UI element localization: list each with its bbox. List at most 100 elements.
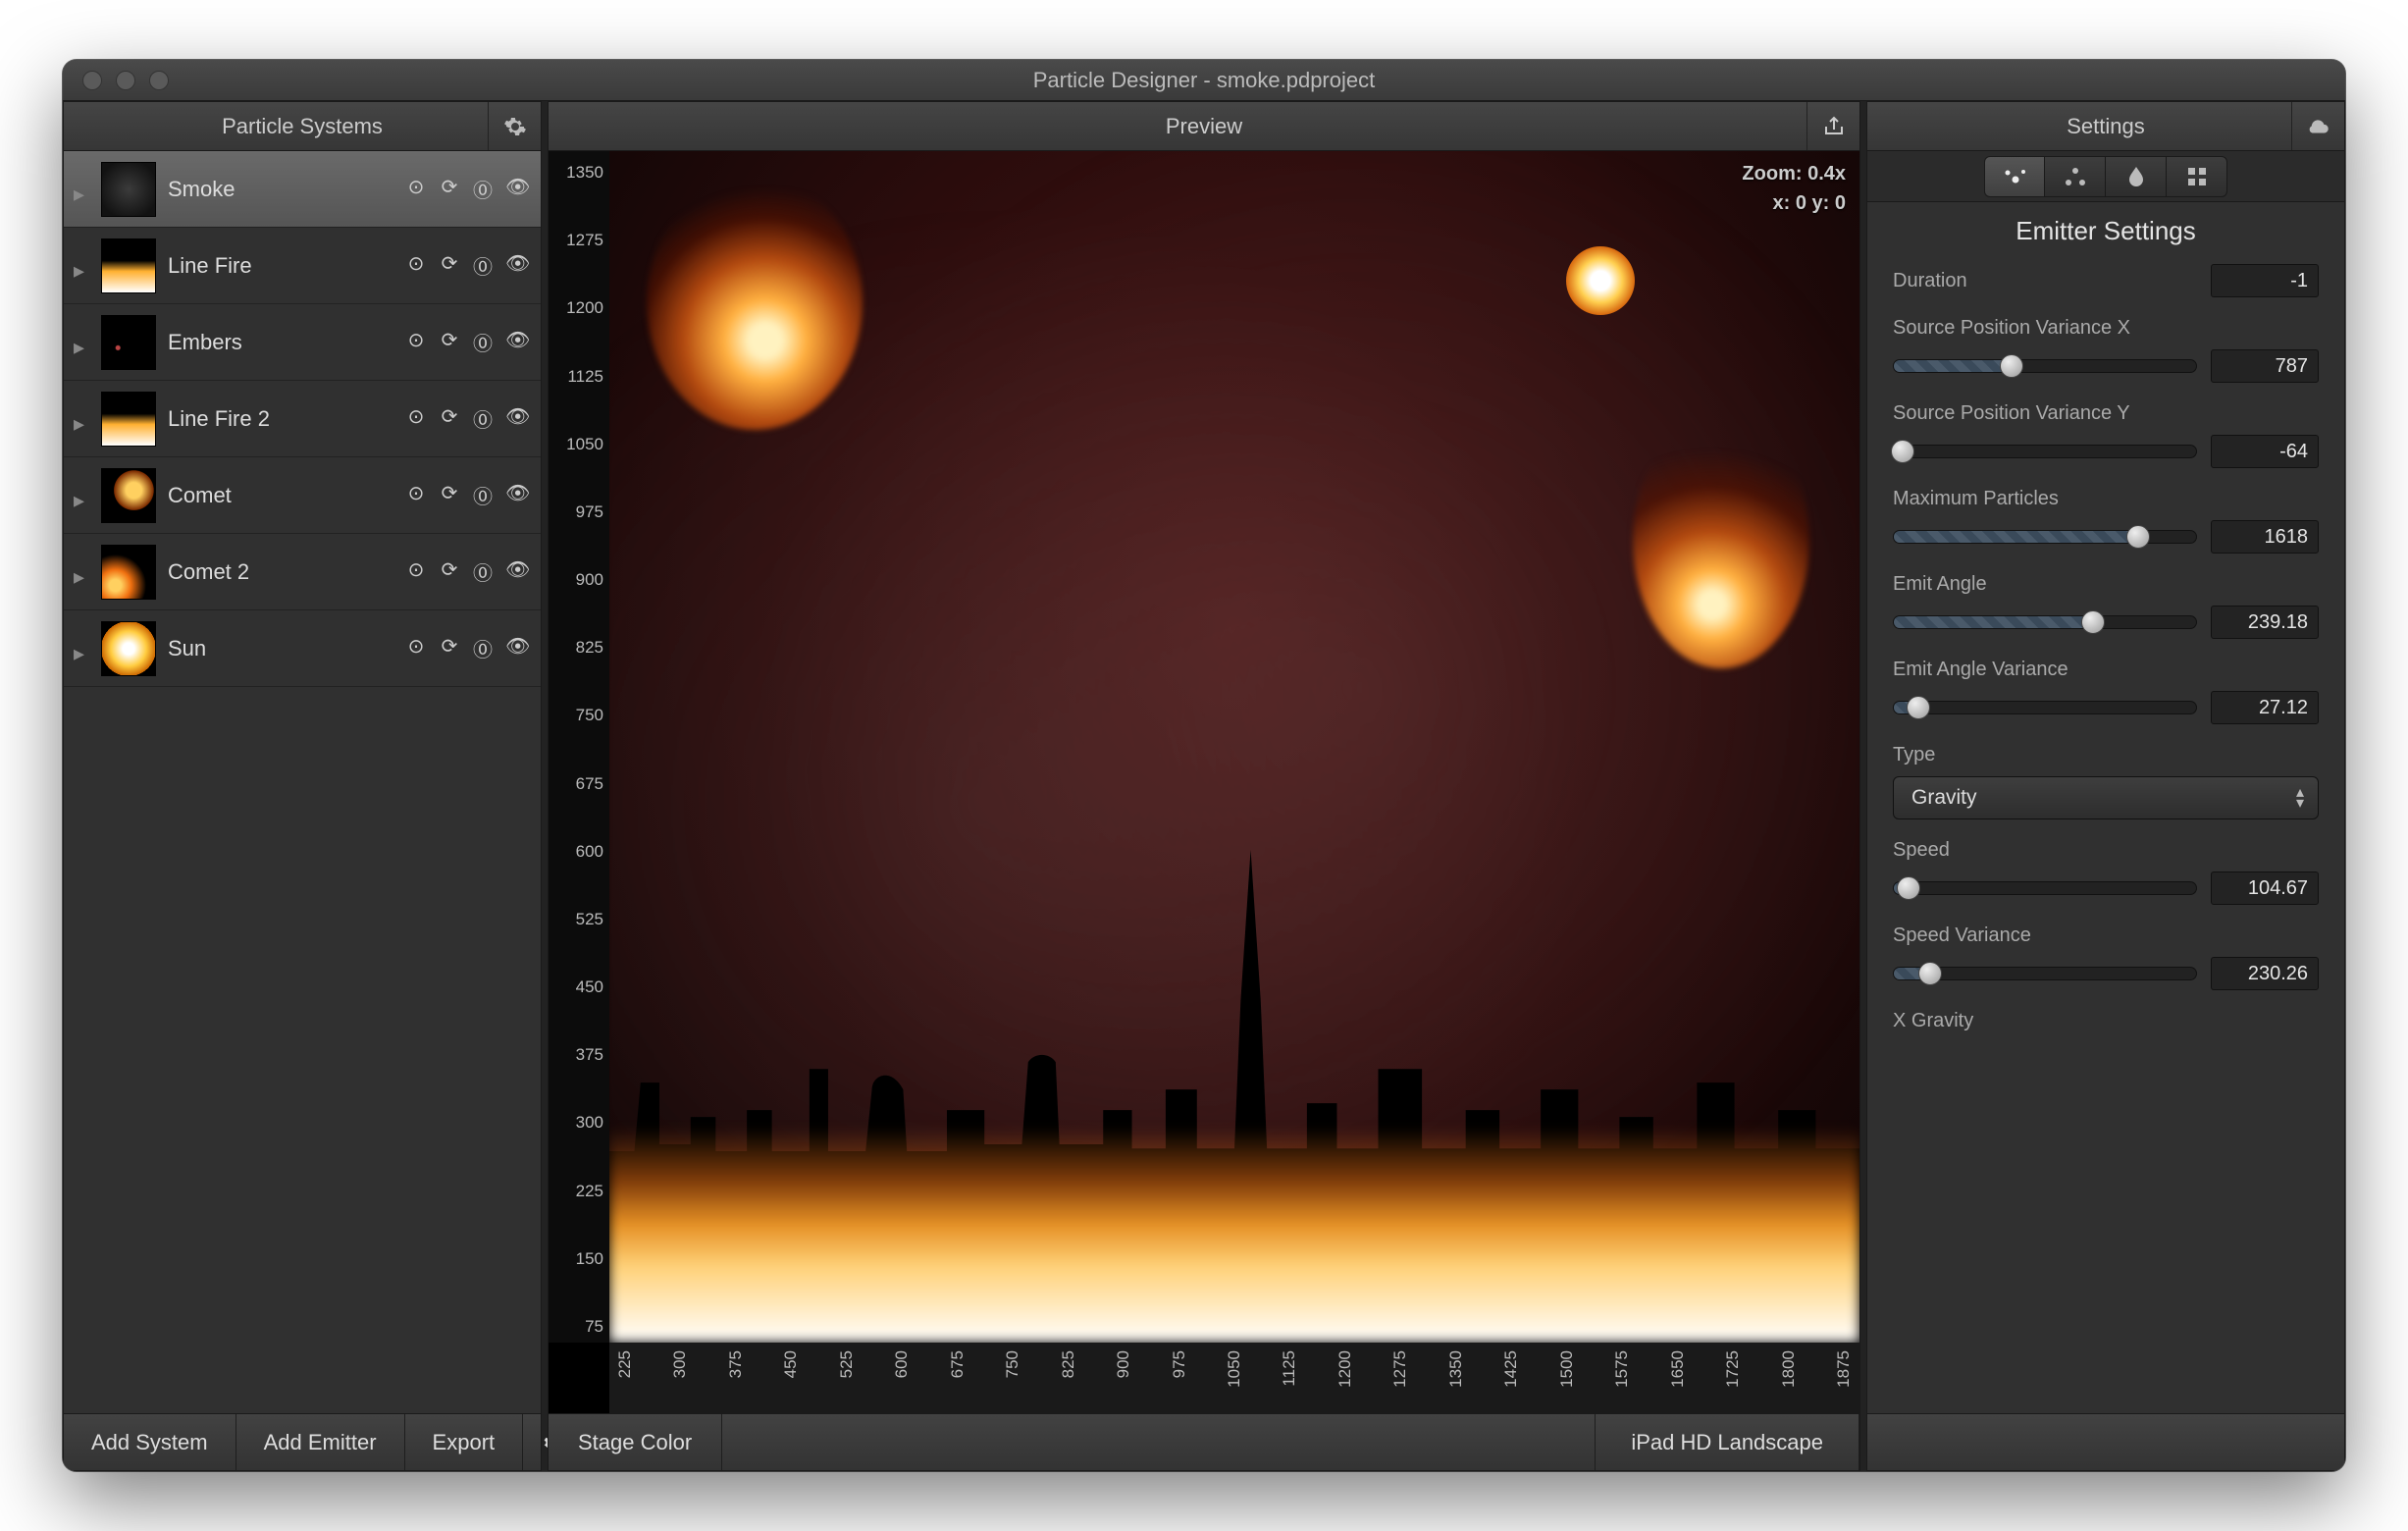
system-row[interactable]: ▸ Sun ⊙ ⟳ ⓪ 👁: [64, 610, 541, 687]
visibility-icon[interactable]: 👁: [505, 481, 527, 509]
reset-icon[interactable]: ⓪: [472, 557, 494, 586]
disclosure-icon[interactable]: ▸: [74, 564, 89, 580]
reset-icon[interactable]: ⓪: [472, 404, 494, 433]
duration-input[interactable]: [2211, 264, 2319, 297]
reload-icon[interactable]: ⟳: [439, 634, 460, 662]
cloud-button[interactable]: [2291, 102, 2344, 150]
disclosure-icon[interactable]: ▸: [74, 182, 89, 197]
close-icon[interactable]: [82, 71, 102, 90]
src-var-x-input[interactable]: [2211, 349, 2319, 383]
max-particles-slider[interactable]: [1893, 530, 2197, 544]
emit-angle-input[interactable]: [2211, 606, 2319, 639]
reset-icon[interactable]: ⓪: [472, 634, 494, 662]
target-icon[interactable]: ⊙: [405, 481, 427, 509]
share-button[interactable]: [1806, 102, 1859, 150]
ruler-tick: 225: [615, 1350, 635, 1378]
zoom-icon[interactable]: [149, 71, 169, 90]
minimize-icon[interactable]: [116, 71, 135, 90]
src-var-x-slider[interactable]: [1893, 359, 2197, 373]
type-select[interactable]: Gravity ▴▾: [1893, 776, 2319, 819]
ruler-tick: 375: [554, 1045, 603, 1065]
target-icon[interactable]: ⊙: [405, 404, 427, 433]
preview-title: Preview: [1166, 114, 1242, 139]
system-thumbnail: [101, 545, 156, 600]
visibility-icon[interactable]: 👁: [505, 175, 527, 203]
disclosure-icon[interactable]: ▸: [74, 258, 89, 274]
nodes-icon: [2065, 167, 2086, 186]
reload-icon[interactable]: ⟳: [439, 328, 460, 356]
tab-behavior[interactable]: [2045, 156, 2106, 197]
ruler-tick: 900: [1114, 1350, 1133, 1378]
reload-icon[interactable]: ⟳: [439, 175, 460, 203]
visibility-icon[interactable]: 👁: [505, 404, 527, 433]
visibility-icon[interactable]: 👁: [505, 634, 527, 662]
ruler-tick: 1575: [1612, 1350, 1632, 1388]
ruler-tick: 1200: [1335, 1350, 1355, 1388]
system-row[interactable]: ▸ Comet 2 ⊙ ⟳ ⓪ 👁: [64, 534, 541, 610]
tab-texture[interactable]: [2167, 156, 2227, 197]
target-icon[interactable]: ⊙: [405, 328, 427, 356]
field-label: Emit Angle Variance: [1893, 659, 2068, 681]
add-emitter-button[interactable]: Add Emitter: [236, 1414, 405, 1470]
reload-icon[interactable]: ⟳: [439, 481, 460, 509]
target-icon[interactable]: ⊙: [405, 251, 427, 280]
system-row[interactable]: ▸ Comet ⊙ ⟳ ⓪ 👁: [64, 457, 541, 534]
reset-icon[interactable]: ⓪: [472, 481, 494, 509]
stage-color-button[interactable]: Stage Color: [549, 1414, 722, 1470]
src-var-y-input[interactable]: [2211, 435, 2319, 468]
ruler-tick: 1650: [1668, 1350, 1688, 1388]
src-var-y-slider[interactable]: [1893, 445, 2197, 458]
system-row-actions: ⊙ ⟳ ⓪ 👁: [405, 328, 527, 356]
settings-section-title: Emitter Settings: [1867, 202, 2344, 264]
ruler-tick: 1425: [1501, 1350, 1521, 1388]
export-button[interactable]: Export: [405, 1414, 524, 1470]
add-system-button[interactable]: Add System: [64, 1414, 236, 1470]
disclosure-icon[interactable]: ▸: [74, 488, 89, 503]
reload-icon[interactable]: ⟳: [439, 557, 460, 586]
systems-settings-button[interactable]: [488, 102, 541, 150]
settings-scroll[interactable]: Duration Source Position Variance X Sour…: [1867, 264, 2344, 1413]
visibility-icon[interactable]: 👁: [505, 328, 527, 356]
ruler-tick: 825: [1059, 1350, 1078, 1378]
reset-icon[interactable]: ⓪: [472, 251, 494, 280]
ruler-tick: 1875: [1834, 1350, 1854, 1388]
target-icon[interactable]: ⊙: [405, 557, 427, 586]
settings-header: Settings: [1867, 102, 2344, 151]
emit-angle-var-slider[interactable]: [1893, 701, 2197, 714]
field-label: Duration: [1893, 270, 1967, 292]
visibility-icon[interactable]: 👁: [505, 557, 527, 586]
reset-icon[interactable]: ⓪: [472, 175, 494, 203]
field-label: Source Position Variance Y: [1893, 402, 2130, 425]
disclosure-icon[interactable]: ▸: [74, 335, 89, 350]
speed-var-input[interactable]: [2211, 957, 2319, 990]
visibility-icon[interactable]: 👁: [505, 251, 527, 280]
reload-icon[interactable]: ⟳: [439, 251, 460, 280]
tab-emitter[interactable]: [1984, 156, 2045, 197]
preview-canvas[interactable]: 1350127512001125105097590082575067560052…: [549, 151, 1859, 1413]
speed-slider[interactable]: [1893, 881, 2197, 895]
reset-icon[interactable]: ⓪: [472, 328, 494, 356]
disclosure-icon[interactable]: ▸: [74, 641, 89, 657]
system-row[interactable]: ▸ Line Fire ⊙ ⟳ ⓪ 👁: [64, 228, 541, 304]
field-label: Maximum Particles: [1893, 488, 2059, 510]
max-particles-input[interactable]: [2211, 520, 2319, 554]
target-icon[interactable]: ⊙: [405, 634, 427, 662]
speed-input[interactable]: [2211, 871, 2319, 905]
speed-var-slider[interactable]: [1893, 967, 2197, 980]
device-preset-button[interactable]: iPad HD Landscape: [1596, 1414, 1859, 1470]
system-row[interactable]: ▸ Line Fire 2 ⊙ ⟳ ⓪ 👁: [64, 381, 541, 457]
target-icon[interactable]: ⊙: [405, 175, 427, 203]
ruler-tick: 450: [554, 977, 603, 997]
system-row[interactable]: ▸ Smoke ⊙ ⟳ ⓪ 👁: [64, 151, 541, 228]
tab-color[interactable]: [2106, 156, 2167, 197]
emit-angle-slider[interactable]: [1893, 615, 2197, 629]
preview-footer: Stage Color iPad HD Landscape: [549, 1413, 1859, 1470]
ruler-tick: 525: [837, 1350, 857, 1378]
system-row[interactable]: ▸ Embers ⊙ ⟳ ⓪ 👁: [64, 304, 541, 381]
reload-icon[interactable]: ⟳: [439, 404, 460, 433]
disclosure-icon[interactable]: ▸: [74, 411, 89, 427]
ruler-tick: 1050: [554, 435, 603, 454]
emit-angle-var-input[interactable]: [2211, 691, 2319, 724]
system-row-actions: ⊙ ⟳ ⓪ 👁: [405, 557, 527, 586]
titlebar[interactable]: Particle Designer - smoke.pdproject: [63, 60, 2345, 101]
